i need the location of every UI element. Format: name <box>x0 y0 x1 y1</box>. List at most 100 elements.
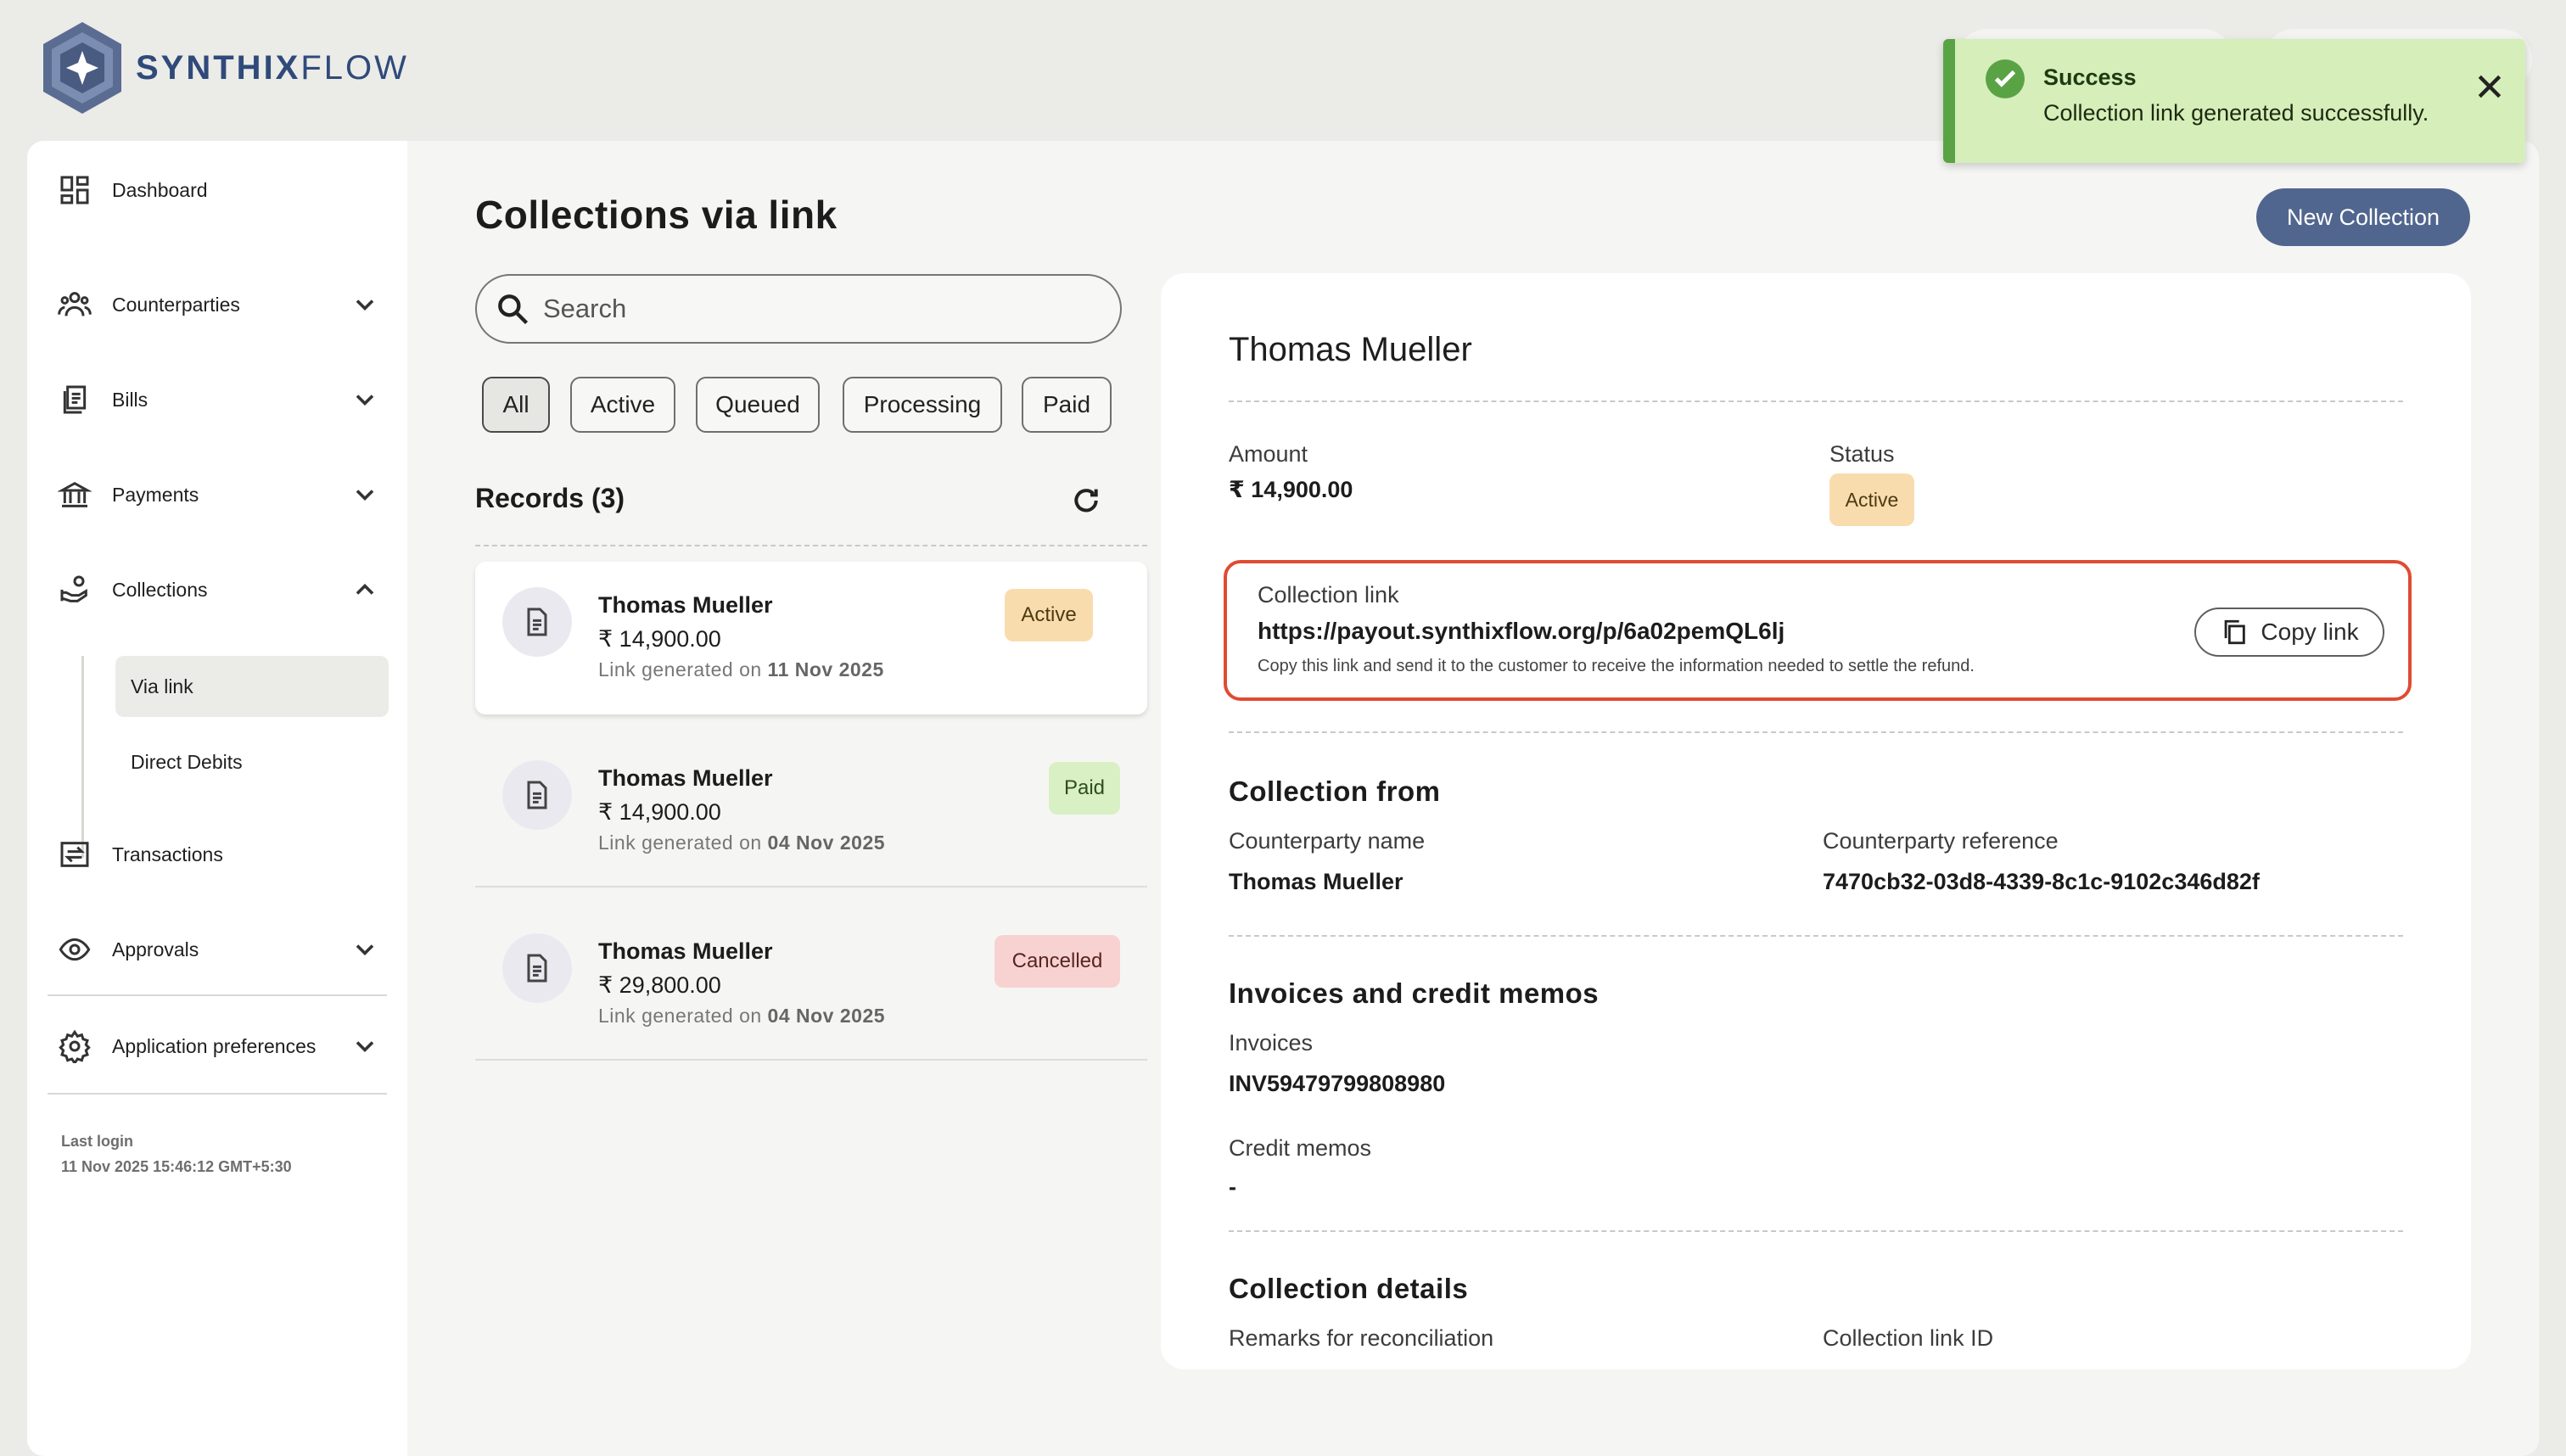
sidebar-item-application-preferences[interactable]: Application preferences <box>56 1016 392 1076</box>
chevron-down-icon[interactable] <box>350 934 380 965</box>
record-card[interactable]: Thomas Mueller ₹ 14,900.00 Link generate… <box>475 562 1147 714</box>
collection-link-label: Collection link <box>1258 582 1399 608</box>
brand-logo[interactable]: SYNTHIXFLOW <box>39 20 409 115</box>
filter-chip-paid[interactable]: Paid <box>1022 377 1112 433</box>
document-icon <box>502 587 572 657</box>
counterparty-reference-label: Counterparty reference <box>1823 828 2059 854</box>
record-date: Link generated on 11 Nov 2025 <box>598 658 884 680</box>
document-icon <box>502 933 572 1003</box>
collection-link-url[interactable]: https://payout.synthixflow.org/p/6a02pem… <box>1258 618 1784 645</box>
sidebar-item-label: Bills <box>112 388 148 411</box>
sidebar-subitem-via-link[interactable]: Via link <box>115 656 389 717</box>
copy-link-button[interactable]: Copy link <box>2194 608 2384 657</box>
sidebar-item-collections[interactable]: Collections <box>56 560 392 619</box>
amount-label: Amount <box>1229 441 1308 467</box>
remarks-label: Remarks for reconciliation <box>1229 1325 1494 1351</box>
sidebar-item-dashboard[interactable]: Dashboard <box>56 160 392 220</box>
sidebar-item-label: Counterparties <box>112 293 240 316</box>
credit-memos-label: Credit memos <box>1229 1135 1372 1161</box>
chevron-down-icon[interactable] <box>350 384 380 415</box>
record-card[interactable]: Thomas Mueller ₹ 14,900.00 Link generate… <box>475 735 1147 888</box>
record-amount: ₹ 14,900.00 <box>598 626 721 652</box>
collection-link-id-label: Collection link ID <box>1823 1325 1994 1351</box>
dashboard-icon <box>56 171 93 209</box>
record-separator <box>475 1059 1147 1061</box>
record-separator <box>475 886 1147 888</box>
status-badge: Cancelled <box>994 935 1120 988</box>
invoices-value: INV59479799808980 <box>1229 1071 1446 1096</box>
sidebar-divider <box>48 994 387 996</box>
records-divider <box>475 545 1147 546</box>
detail-name: Thomas Mueller <box>1229 331 1472 368</box>
sidebar-item-label: Application preferences <box>112 1034 317 1057</box>
close-icon[interactable] <box>2473 70 2507 104</box>
record-name: Thomas Mueller <box>598 765 773 791</box>
sidebar-item-label: Transactions <box>112 843 223 865</box>
detail-divider <box>1229 731 2403 733</box>
refresh-icon[interactable] <box>1069 484 1103 518</box>
sidebar-subitem-direct-debits[interactable]: Direct Debits <box>115 731 389 792</box>
brand-name: SYNTHIXFLOW <box>136 48 409 87</box>
transactions-icon <box>56 836 93 873</box>
filter-chip-processing[interactable]: Processing <box>843 377 1002 433</box>
search-box[interactable] <box>475 274 1122 344</box>
collection-details-title: Collection details <box>1229 1273 1469 1304</box>
bank-icon <box>56 476 93 513</box>
invoices-label: Invoices <box>1229 1030 1314 1056</box>
last-login-label: Last login <box>61 1133 133 1150</box>
last-login: Last login 11 Nov 2025 15:46:12 GMT+5:30 <box>61 1128 292 1179</box>
sidebar-item-payments[interactable]: Payments <box>56 465 392 524</box>
record-card[interactable]: Thomas Mueller ₹ 29,800.00 Link generate… <box>475 908 1147 1061</box>
chevron-up-icon[interactable] <box>350 574 380 605</box>
credit-memos-value: - <box>1229 1174 1236 1200</box>
search-icon <box>498 294 529 325</box>
hexagon-star-logo-icon <box>43 22 121 114</box>
counterparty-name-value: Thomas Mueller <box>1229 869 1403 894</box>
filter-chip-queued[interactable]: Queued <box>696 377 820 433</box>
toast-message: Collection link generated successfully. <box>2043 100 2429 126</box>
sidebar-item-label: Payments <box>112 483 199 506</box>
sidebar-item-transactions[interactable]: Transactions <box>56 825 392 884</box>
app-card: Dashboard Counterparties Bills Payments <box>27 141 2539 1456</box>
record-amount: ₹ 14,900.00 <box>598 799 721 825</box>
record-name: Thomas Mueller <box>598 592 773 618</box>
sidebar-divider <box>48 1093 387 1095</box>
copy-link-label: Copy link <box>2261 619 2359 645</box>
collection-link-box: Collection link https://payout.synthixfl… <box>1224 560 2412 701</box>
success-toast: Success Collection link generated succes… <box>1943 39 2525 163</box>
document-icon <box>502 760 572 830</box>
sidebar-item-counterparties[interactable]: Counterparties <box>56 275 392 334</box>
sidebar-item-label: Approvals <box>112 938 199 960</box>
sidebar-item-bills[interactable]: Bills <box>56 370 392 429</box>
filter-chip-active[interactable]: Active <box>570 377 675 433</box>
status-badge: Active <box>1829 473 1914 526</box>
sidebar-item-approvals[interactable]: Approvals <box>56 920 392 979</box>
records-title: Records (3) <box>475 483 625 513</box>
record-amount: ₹ 29,800.00 <box>598 972 721 998</box>
detail-panel: Thomas Mueller Amount ₹ 14,900.00 Status… <box>1161 273 2471 1369</box>
chevron-down-icon[interactable] <box>350 289 380 320</box>
status-label: Status <box>1829 441 1895 467</box>
counterparty-name-label: Counterparty name <box>1229 828 1426 854</box>
detail-divider <box>1229 1230 2403 1232</box>
bills-icon <box>56 381 93 418</box>
check-circle-icon <box>1986 59 2025 98</box>
new-collection-button[interactable]: New Collection <box>2256 188 2470 246</box>
chevron-down-icon[interactable] <box>350 1031 380 1061</box>
filter-chip-all[interactable]: All <box>482 377 550 433</box>
page-title: Collections via link <box>475 193 838 237</box>
invoices-title: Invoices and credit memos <box>1229 977 1600 1009</box>
chevron-down-icon[interactable] <box>350 479 380 510</box>
eye-icon <box>56 931 93 968</box>
record-name: Thomas Mueller <box>598 938 773 964</box>
detail-divider <box>1229 935 2403 937</box>
collection-from-title: Collection from <box>1229 776 1441 807</box>
amount-value: ₹ 14,900.00 <box>1229 477 1353 502</box>
record-date: Link generated on 04 Nov 2025 <box>598 1005 886 1027</box>
search-input[interactable] <box>543 294 1086 324</box>
status-badge: Active <box>1005 589 1093 641</box>
collection-link-hint: Copy this link and send it to the custom… <box>1258 657 1975 675</box>
copy-icon <box>2225 619 2246 645</box>
gear-icon <box>56 1028 93 1065</box>
record-date: Link generated on 04 Nov 2025 <box>598 832 886 854</box>
